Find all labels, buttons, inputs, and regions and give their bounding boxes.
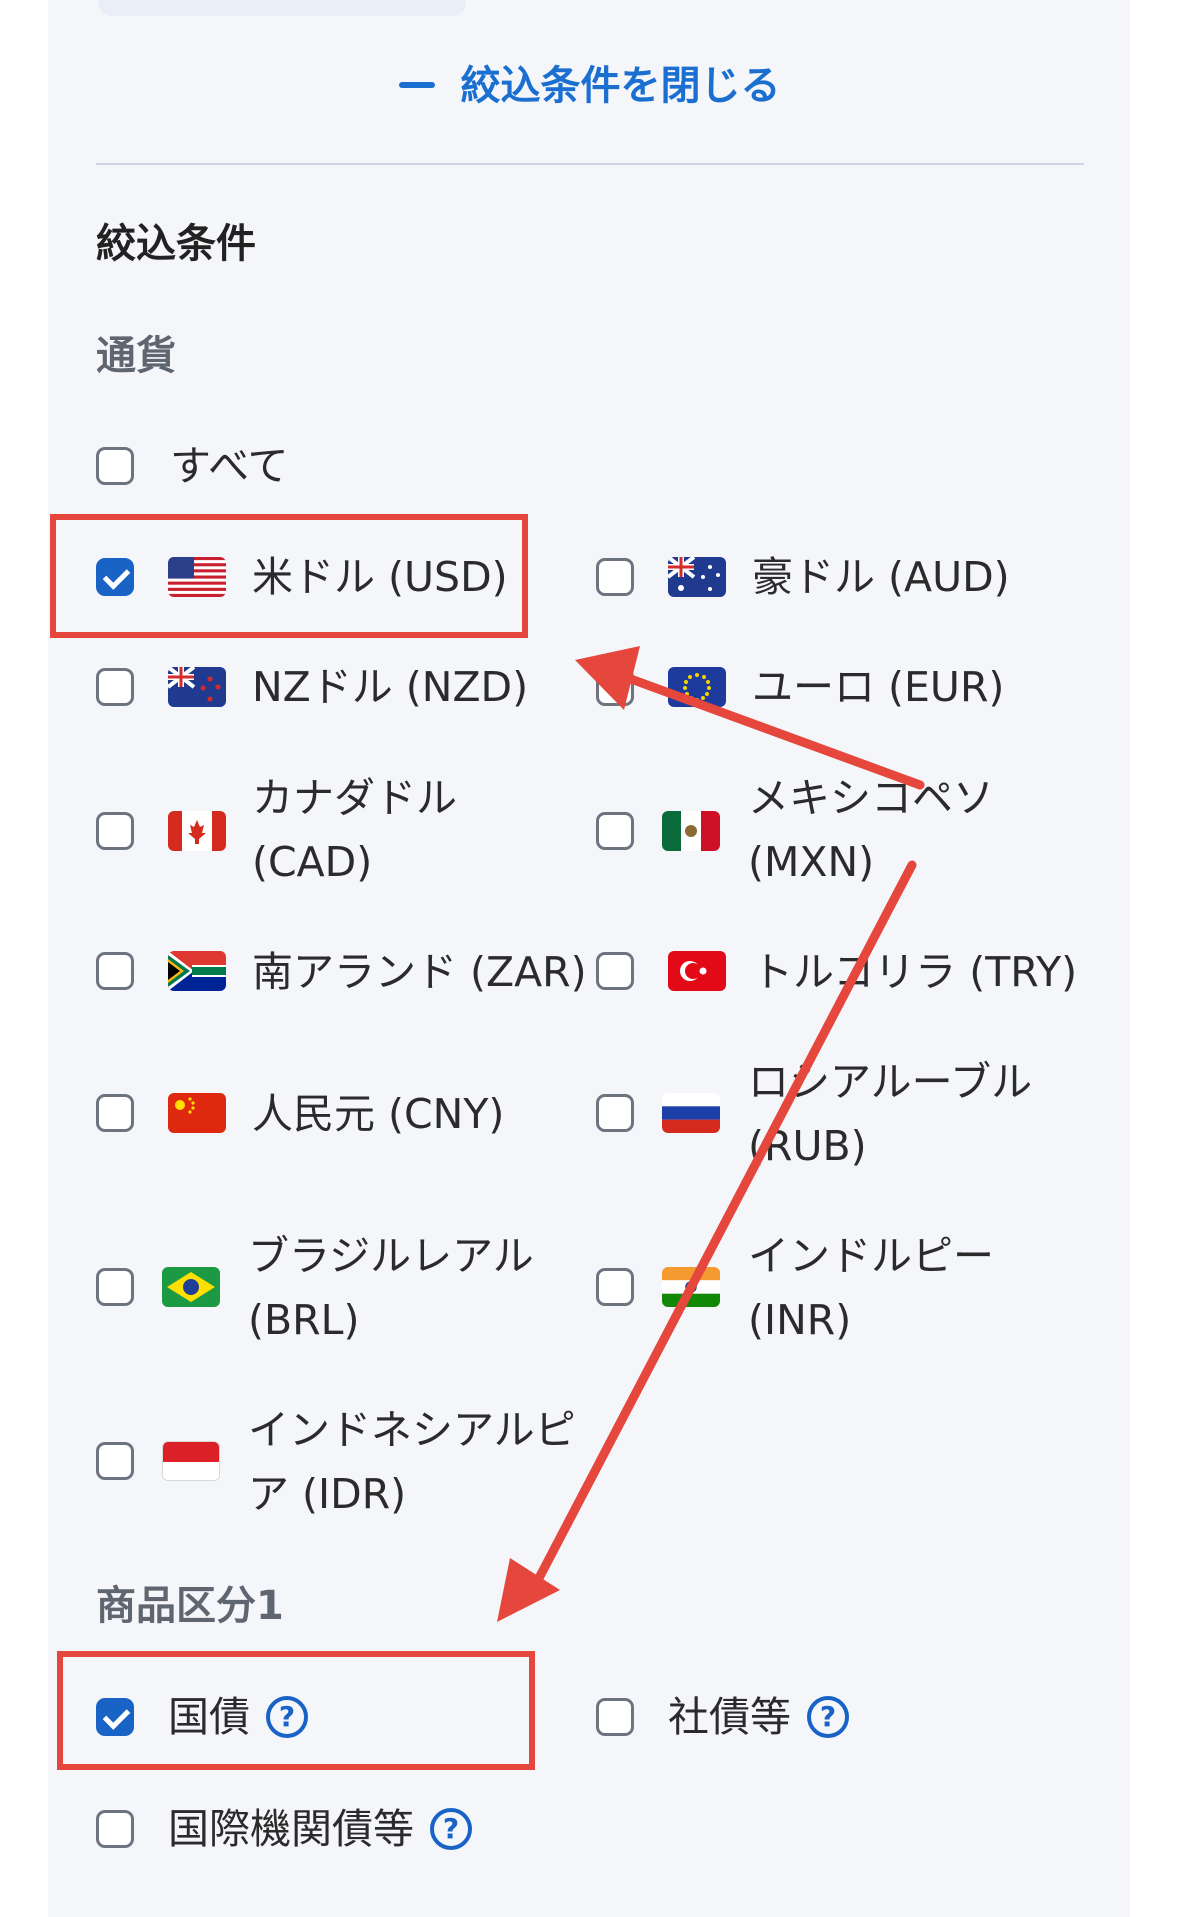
option-label-line2: (MXN) — [748, 838, 875, 886]
checkbox[interactable] — [596, 952, 634, 990]
nz-flag-icon — [168, 667, 226, 707]
close-filters-button[interactable]: 絞込条件を閉じる — [0, 60, 1179, 112]
option-label-line1: ブラジルレアル — [248, 1232, 534, 1280]
help-icon[interactable]: ? — [430, 1808, 472, 1850]
ru-flag-icon — [662, 1093, 720, 1133]
mx-flag-icon — [662, 811, 720, 851]
checkbox[interactable] — [596, 1698, 634, 1736]
help-icon[interactable]: ? — [807, 1696, 849, 1738]
option-label-line2: ア (IDR) — [248, 1470, 407, 1518]
checkbox[interactable] — [596, 812, 634, 850]
option-label: ユーロ (EUR) — [752, 663, 1005, 711]
currency-group-label: 通貨 — [96, 333, 176, 379]
eu-flag-icon — [668, 667, 726, 707]
option-label-line2: (INR) — [748, 1296, 852, 1344]
id-flag-icon — [162, 1441, 220, 1481]
checkbox[interactable] — [96, 1094, 134, 1132]
option-label-line1: カナダドル — [252, 774, 457, 822]
minus-icon — [398, 82, 435, 88]
option-label-line1: インドルピー — [748, 1232, 994, 1280]
option-label: 人民元 (CNY) — [252, 1090, 505, 1138]
checkbox[interactable] — [96, 812, 134, 850]
highlight-box-usd — [50, 514, 528, 638]
tr-flag-icon — [668, 951, 726, 991]
ca-flag-icon — [168, 811, 226, 851]
checkbox[interactable] — [596, 668, 634, 706]
option-label: トルコリラ (TRY) — [752, 948, 1078, 996]
option-label: 社債等 — [668, 1693, 791, 1741]
option-label-line2: (RUB) — [748, 1122, 867, 1170]
option-label-line1: ロシアルーブル — [748, 1058, 1033, 1106]
option-label: 豪ドル (AUD) — [752, 553, 1010, 601]
checkbox[interactable] — [96, 1810, 134, 1848]
option-label-row: 国際機関債等? — [168, 1797, 472, 1861]
top-search-bar-edge — [98, 0, 466, 16]
in-flag-icon — [662, 1267, 720, 1307]
option-label-row: 社債等? — [668, 1685, 849, 1749]
checkbox[interactable] — [96, 952, 134, 990]
za-flag-icon — [168, 951, 226, 991]
option-label: 南アランド (ZAR) — [252, 948, 587, 996]
checkbox[interactable] — [96, 668, 134, 706]
divider — [96, 163, 1084, 165]
checkbox[interactable] — [596, 1268, 634, 1306]
product-group-label: 商品区分1 — [96, 1583, 284, 1629]
option-label-line2: (CAD) — [252, 838, 373, 886]
option-label: すべて — [170, 442, 289, 490]
filter-section-title: 絞込条件 — [96, 221, 256, 267]
cn-flag-icon — [168, 1093, 226, 1133]
close-filters-label: 絞込条件を閉じる — [460, 63, 781, 109]
checkbox[interactable] — [96, 1442, 134, 1480]
option-label-line1: メキシコペソ — [748, 774, 994, 822]
option-label-line2: (BRL) — [248, 1296, 360, 1344]
highlight-box-government-bond — [57, 1651, 535, 1770]
checkbox[interactable] — [596, 1094, 634, 1132]
option-label: NZドル (NZD) — [252, 663, 529, 711]
checkbox[interactable] — [596, 558, 634, 596]
au-flag-icon — [668, 557, 726, 597]
option-label: 国際機関債等 — [168, 1805, 414, 1853]
checkbox[interactable] — [96, 447, 134, 485]
br-flag-icon — [162, 1267, 220, 1307]
option-label-line1: インドネシアルピ — [248, 1406, 576, 1454]
checkbox[interactable] — [96, 1268, 134, 1306]
